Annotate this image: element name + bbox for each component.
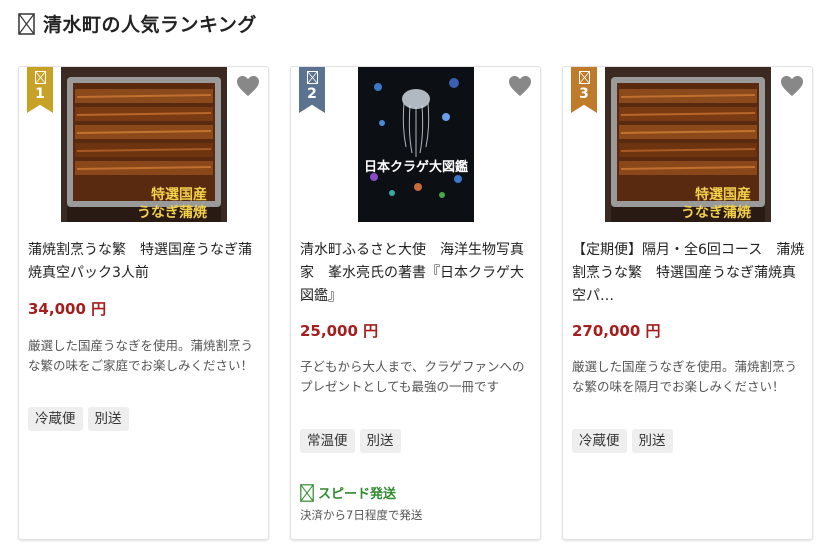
tag-list: 冷蔵便 別送 [28, 407, 129, 431]
shipping-tag: 別送 [631, 429, 673, 453]
speed-note: 決済から7日程度で発送 [300, 508, 423, 522]
product-description: 厳選した国産うなぎを使用。蒲焼割烹うな繁の味をご家庭でお楽しみください！ [28, 338, 254, 373]
product-card[interactable]: 3 特選国産 うなぎ蒲焼 【定期便】隔月・全6回コース 蒲焼割烹うな繁 特選国産… [562, 66, 813, 540]
image-caption-line1: 特選国産 [695, 186, 751, 203]
heart-icon[interactable] [236, 75, 260, 97]
shipping-tag: 冷蔵便 [572, 429, 627, 453]
tag-list: 冷蔵便 別送 [572, 429, 673, 453]
product-price: 34,000 円 [28, 300, 107, 318]
product-card[interactable]: 1 特選国産 うなぎ蒲焼 蒲焼割烹うな繁 特選国産うなぎ蒲焼真空パック3人前 3… [18, 66, 269, 540]
product-image[interactable]: 特選国産 うなぎ蒲焼 [605, 67, 771, 222]
rank-badge: 1 [27, 67, 53, 113]
image-caption-line2: うなぎ蒲焼 [137, 204, 207, 221]
page-title: 清水町の人気ランキング [43, 14, 257, 36]
heart-icon[interactable] [508, 75, 532, 97]
image-caption-line2: うなぎ蒲焼 [681, 204, 751, 221]
product-name[interactable]: 【定期便】隔月・全6回コース 蒲焼割烹うな繁 特選国産うなぎ蒲焼真空パ… [572, 239, 806, 308]
heart-icon[interactable] [780, 75, 804, 97]
rank-number: 3 [579, 86, 589, 102]
image-caption: 日本クラゲ大図鑑 [364, 159, 468, 175]
rank-mark-icon [34, 71, 46, 84]
tag-list: 常温便 別送 [300, 429, 401, 453]
image-caption-line1: 特選国産 [151, 186, 207, 203]
rank-number: 2 [307, 86, 317, 102]
product-price: 270,000 円 [572, 322, 661, 340]
product-name[interactable]: 蒲焼割烹うな繁 特選国産うなぎ蒲焼真空パック3人前 [28, 239, 262, 285]
ranking-icon [18, 12, 35, 35]
shipping-tag: 別送 [359, 429, 401, 453]
product-name[interactable]: 清水町ふるさと大使 海洋生物写真家 峯水亮氏の著書『日本クラゲ大図鑑』 [300, 239, 534, 308]
ranking-heading: 清水町の人気ランキング [18, 10, 257, 37]
rank-number: 1 [35, 86, 45, 102]
rank-badge: 3 [571, 67, 597, 113]
speed-icon [300, 483, 314, 502]
product-image[interactable]: 特選国産 うなぎ蒲焼 [61, 67, 227, 222]
product-description: 子どもから大人まで、クラゲファンへのプレゼントとしても最強の一冊です [300, 359, 525, 394]
shipping-tag: 別送 [87, 407, 129, 431]
speed-label: スピード発送 [318, 487, 397, 502]
product-card[interactable]: 2 日本クラゲ大図鑑 清水町ふるさと大使 海洋生物写真家 峯水亮氏の著書『日本ク… [290, 66, 541, 540]
rank-mark-icon [306, 71, 318, 84]
rank-badge: 2 [299, 67, 325, 113]
speed-shipping: スピード発送 [300, 483, 396, 502]
rank-mark-icon [578, 71, 590, 84]
product-price: 25,000 円 [300, 322, 379, 340]
shipping-tag: 冷蔵便 [28, 407, 83, 431]
product-image[interactable]: 日本クラゲ大図鑑 [358, 67, 474, 222]
shipping-tag: 常温便 [300, 429, 355, 453]
product-description: 厳選した国産うなぎを使用。蒲焼割烹うな繁の味を隔月でお楽しみください！ [572, 359, 798, 394]
